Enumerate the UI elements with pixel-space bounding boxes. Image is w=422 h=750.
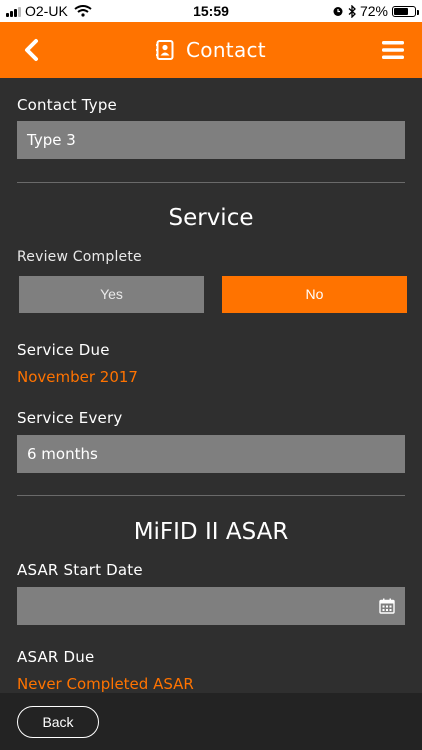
asar-section-title: MiFID II ASAR <box>133 519 289 545</box>
back-button[interactable]: Back <box>17 706 99 738</box>
review-complete-label: Review Complete <box>17 249 142 265</box>
hamburger-menu-icon[interactable] <box>382 40 404 60</box>
asar-due-value: Never Completed ASAR <box>17 675 194 693</box>
service-section-title: Service <box>168 205 254 231</box>
service-every-select[interactable]: 6 months <box>17 435 405 473</box>
review-no-button[interactable]: No <box>222 276 407 313</box>
battery-icon <box>392 5 419 17</box>
bluetooth-icon <box>348 4 356 18</box>
battery-level-fill <box>394 7 409 15</box>
divider <box>17 182 405 183</box>
asar-start-date-label: ASAR Start Date <box>17 561 143 579</box>
status-bar: O2-UK 15:59 72% <box>0 0 422 22</box>
battery-percent: 72% <box>359 3 388 19</box>
page-title: Contact <box>186 38 266 62</box>
service-every-label: Service Every <box>17 409 123 427</box>
service-due-label: Service Due <box>17 341 110 359</box>
contact-type-select[interactable]: Type 3 <box>17 121 405 159</box>
review-yes-button[interactable]: Yes <box>19 276 204 313</box>
calendar-icon[interactable] <box>379 598 395 614</box>
status-right: 72% <box>332 3 419 19</box>
app-header: Contact <box>0 22 422 78</box>
asar-due-label: ASAR Due <box>17 648 95 666</box>
alarm-icon <box>333 7 343 16</box>
service-due-value: November 2017 <box>17 368 138 386</box>
footer-bar: Back <box>0 693 422 750</box>
contact-type-label: Contact Type <box>17 96 117 114</box>
asar-start-date-field[interactable] <box>17 587 405 625</box>
header-title-wrap: Contact <box>0 22 422 78</box>
contact-card-icon <box>156 40 174 60</box>
divider <box>17 495 405 496</box>
